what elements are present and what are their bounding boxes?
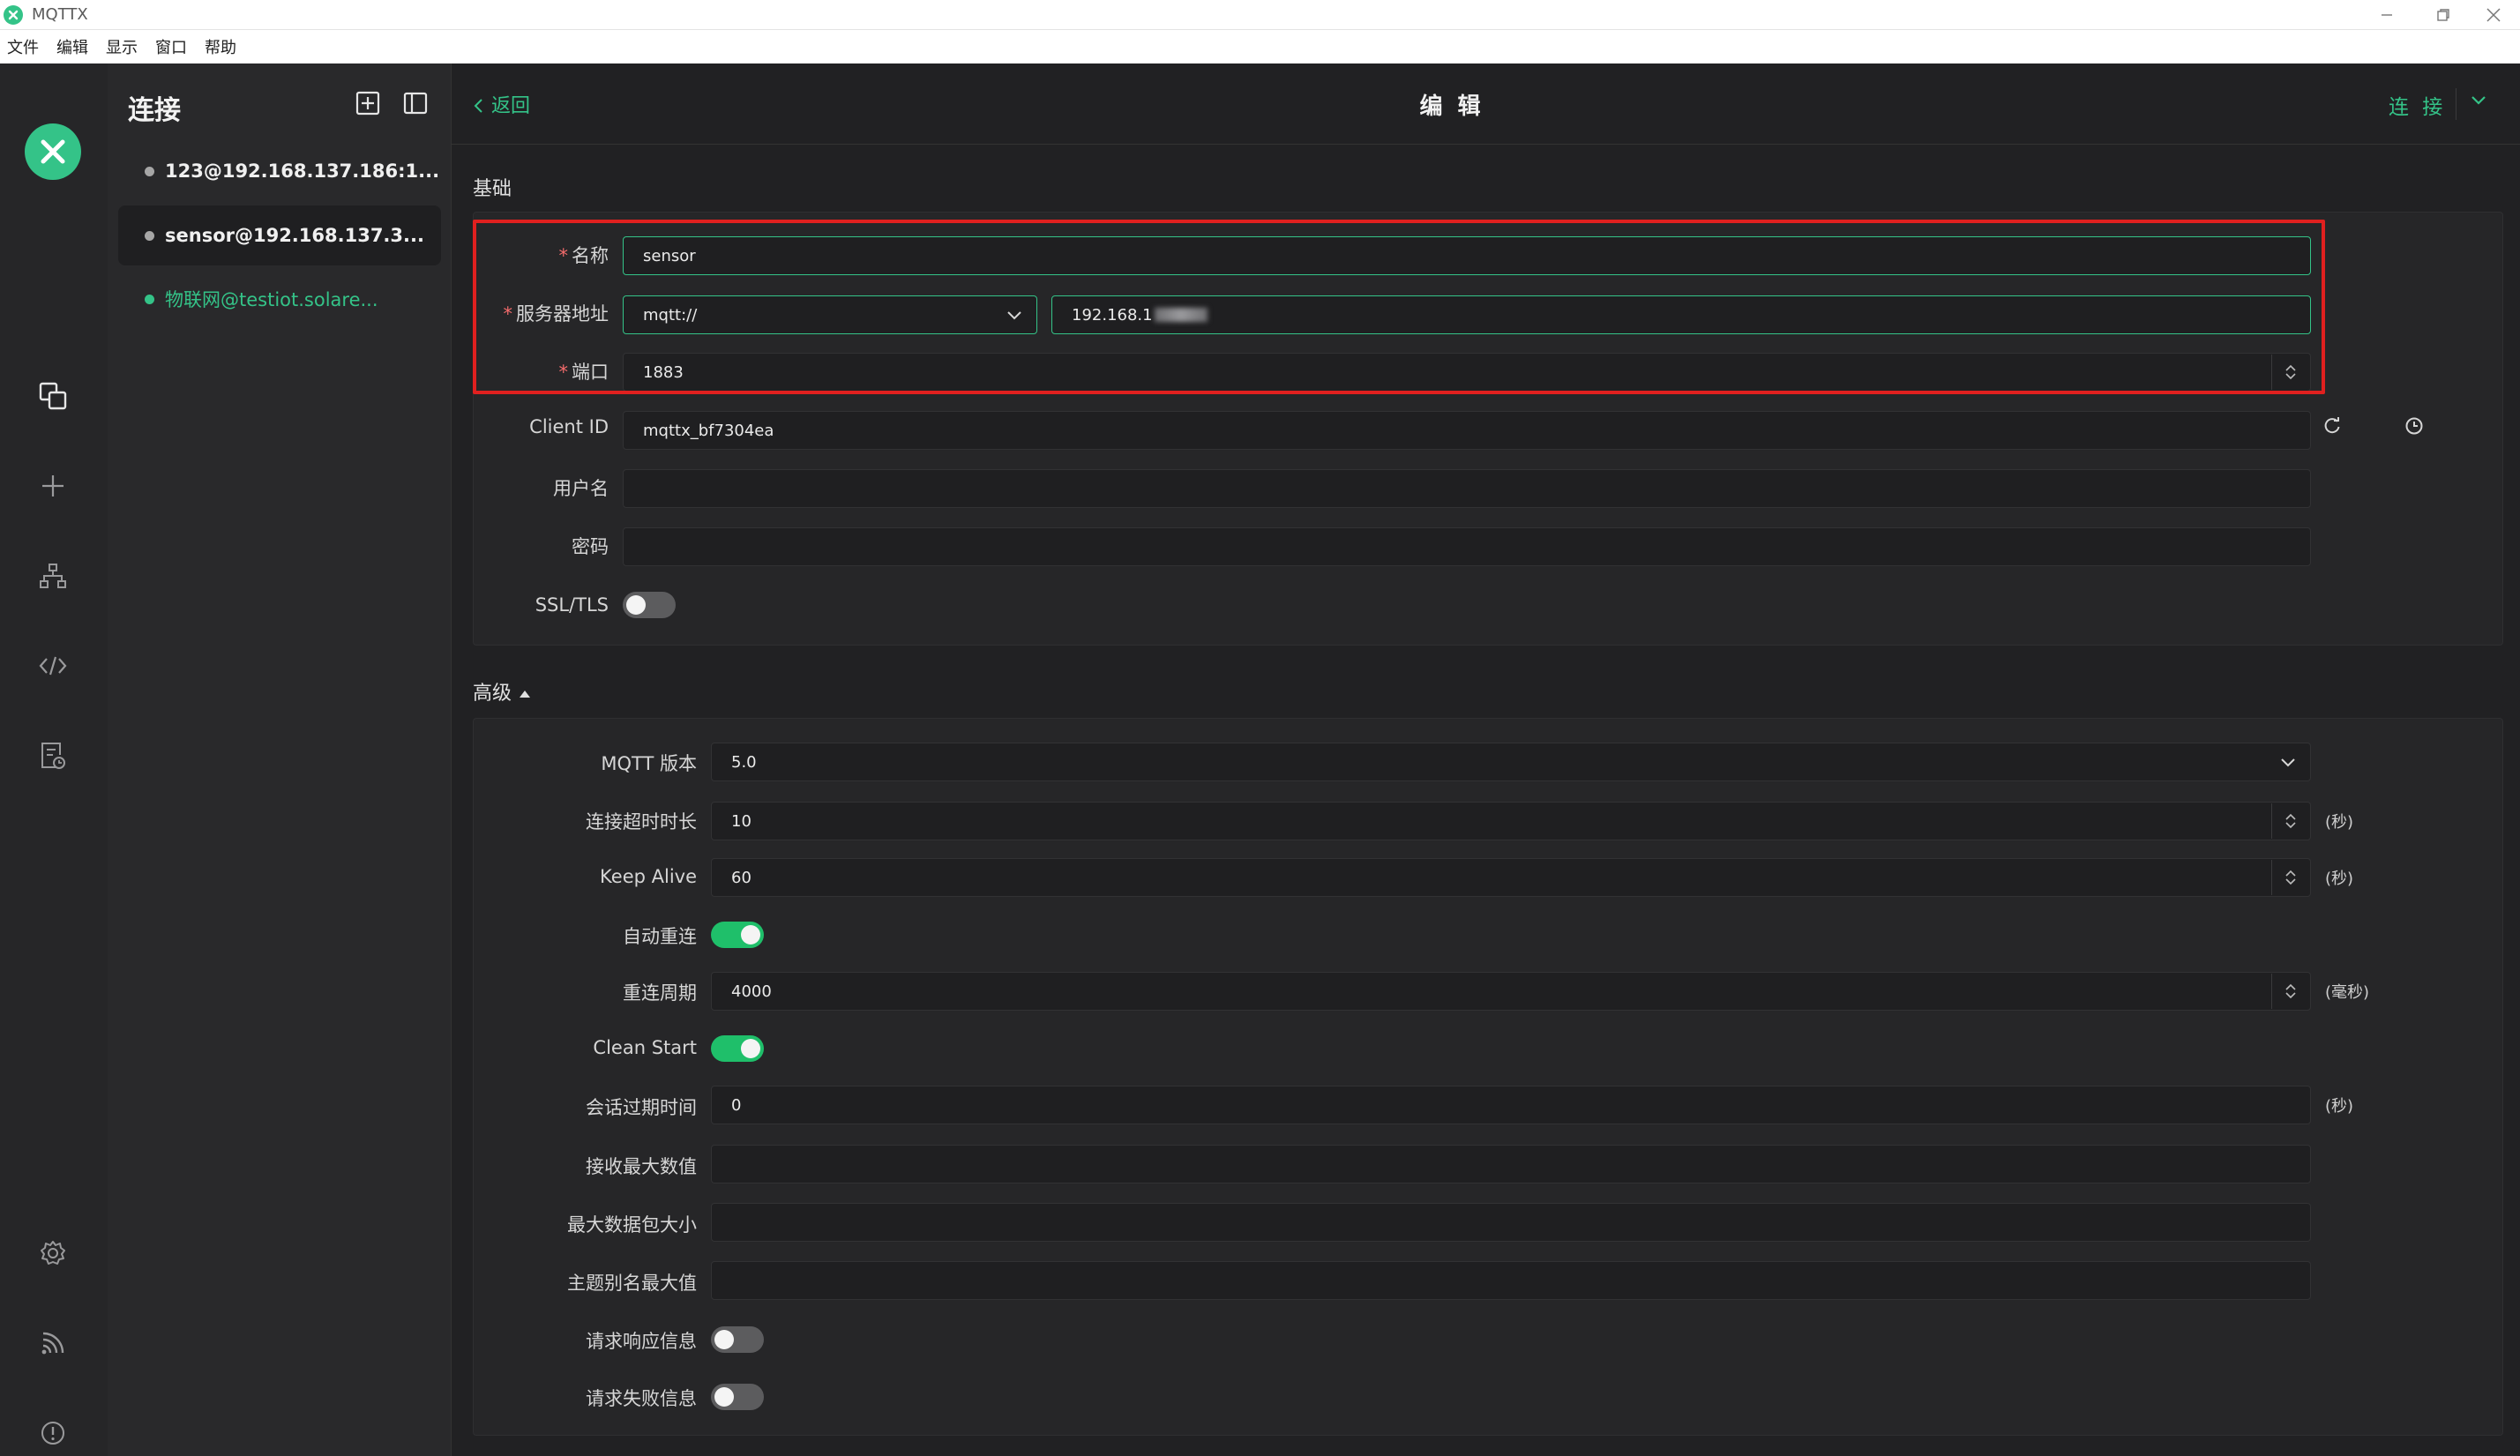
status-dot-online bbox=[145, 294, 154, 304]
connection-item[interactable]: 123@192.168.137.186:1... bbox=[118, 141, 441, 201]
connect-timeout-unit: (秒) bbox=[2325, 813, 2354, 832]
topology-nav-icon[interactable] bbox=[35, 558, 71, 594]
chevron-down-icon bbox=[2281, 758, 2295, 767]
page-title: 编 辑 bbox=[1419, 93, 1484, 120]
keep-alive-label: Keep Alive bbox=[600, 866, 697, 887]
reconnect-period-stepper[interactable] bbox=[2282, 974, 2299, 1009]
password-label: 密码 bbox=[572, 536, 609, 557]
session-expiry-unit: (秒) bbox=[2325, 1097, 2354, 1116]
session-expiry-label: 会话过期时间 bbox=[586, 1097, 697, 1118]
keep-alive-unit: (秒) bbox=[2325, 870, 2354, 888]
ssl-tls-label: SSL/TLS bbox=[535, 594, 609, 616]
max-packet-size-label: 最大数据包大小 bbox=[567, 1214, 697, 1236]
reconnect-period-label: 重连周期 bbox=[623, 982, 697, 1004]
menu-window[interactable]: 窗口 bbox=[155, 35, 187, 58]
chevron-up-icon bbox=[2285, 813, 2296, 820]
chevron-down-icon bbox=[2285, 822, 2296, 829]
stepper-divider bbox=[2271, 974, 2272, 1009]
chevron-up-icon bbox=[2285, 870, 2296, 877]
password-input[interactable] bbox=[623, 527, 2311, 566]
app-logo-icon bbox=[4, 4, 23, 25]
request-response-info-toggle[interactable] bbox=[711, 1326, 764, 1353]
menu-view[interactable]: 显示 bbox=[106, 35, 138, 58]
mqtt-version-select[interactable]: 5.0 bbox=[711, 743, 2311, 781]
status-dot bbox=[145, 230, 154, 241]
connect-timeout-stepper[interactable] bbox=[2282, 803, 2299, 839]
username-label: 用户名 bbox=[553, 478, 609, 499]
clean-start-toggle[interactable] bbox=[711, 1035, 764, 1062]
clean-start-label: Clean Start bbox=[593, 1037, 697, 1058]
window-title-bar: MQTTX bbox=[0, 0, 2520, 30]
client-id-input[interactable]: mqttx_bf7304ea bbox=[623, 411, 2311, 450]
window-title: MQTTX bbox=[32, 5, 88, 24]
script-nav-icon[interactable] bbox=[35, 648, 71, 683]
connection-label: 物联网@testiot.solare... bbox=[165, 289, 378, 310]
mqttx-logo-icon bbox=[25, 123, 81, 180]
log-nav-icon[interactable] bbox=[35, 738, 71, 773]
connection-item-selected[interactable]: sensor@192.168.137.3... bbox=[118, 205, 441, 265]
clock-time-icon[interactable] bbox=[2404, 416, 2424, 439]
keep-alive-stepper[interactable] bbox=[2282, 860, 2299, 895]
stepper-divider bbox=[2271, 803, 2272, 839]
subscribe-feed-nav-icon[interactable] bbox=[35, 1325, 71, 1361]
request-problem-info-label: 请求失败信息 bbox=[586, 1388, 697, 1409]
connections-nav-icon[interactable] bbox=[35, 378, 71, 414]
add-connection-icon[interactable] bbox=[353, 88, 383, 118]
stepper-divider bbox=[2271, 860, 2272, 895]
connections-title: 连接 bbox=[128, 95, 181, 126]
connect-options-chevron-down-icon[interactable] bbox=[2470, 93, 2487, 110]
refresh-client-id-icon[interactable] bbox=[2322, 416, 2342, 439]
auto-reconnect-label: 自动重连 bbox=[623, 926, 697, 947]
edit-topbar: 返回 编 辑 连 接 bbox=[452, 63, 2520, 145]
ssl-tls-toggle[interactable] bbox=[623, 592, 676, 618]
max-packet-size-input[interactable] bbox=[711, 1203, 2311, 1242]
highlight-box bbox=[473, 220, 2325, 394]
menu-file[interactable]: 文件 bbox=[7, 35, 39, 58]
client-id-label: Client ID bbox=[529, 416, 609, 437]
reconnect-period-input[interactable]: 4000 bbox=[711, 972, 2311, 1011]
connection-item[interactable]: 物联网@testiot.solare... bbox=[118, 269, 441, 329]
topic-alias-max-label: 主题别名最大值 bbox=[567, 1273, 697, 1294]
settings-nav-icon[interactable] bbox=[35, 1236, 71, 1271]
menu-bar: 文件 编辑 显示 窗口 帮助 bbox=[0, 30, 2520, 63]
mqtt-version-value: 5.0 bbox=[731, 752, 757, 772]
connections-panel: 连接 123@192.168.137.186:1... sensor@192.1… bbox=[108, 63, 452, 1456]
connect-timeout-label: 连接超时时长 bbox=[586, 811, 697, 833]
advanced-section-title[interactable]: 高级 bbox=[473, 677, 532, 706]
chevron-down-icon bbox=[2285, 992, 2296, 999]
basic-section-title: 基础 bbox=[473, 178, 512, 200]
minimize-button[interactable] bbox=[2360, 0, 2413, 30]
session-expiry-input[interactable]: 0 bbox=[711, 1086, 2311, 1124]
chevron-down-icon bbox=[2285, 878, 2296, 885]
restore-button[interactable] bbox=[2417, 0, 2470, 30]
menu-help[interactable]: 帮助 bbox=[205, 35, 236, 58]
connect-timeout-input[interactable]: 10 bbox=[711, 802, 2311, 840]
about-info-nav-icon[interactable] bbox=[35, 1415, 71, 1451]
close-window-button[interactable] bbox=[2467, 0, 2520, 30]
new-connection-nav-icon[interactable] bbox=[35, 468, 71, 504]
mqtt-version-label: MQTT 版本 bbox=[601, 753, 697, 774]
toggle-sidebar-icon[interactable] bbox=[400, 88, 430, 118]
connection-label: 123@192.168.137.186:1... bbox=[165, 161, 440, 182]
receive-maximum-label: 接收最大数值 bbox=[586, 1156, 697, 1177]
auto-reconnect-toggle[interactable] bbox=[711, 922, 764, 948]
status-dot bbox=[145, 166, 154, 176]
request-response-info-label: 请求响应信息 bbox=[586, 1331, 697, 1352]
username-input[interactable] bbox=[623, 469, 2311, 508]
connect-button[interactable]: 连 接 bbox=[2389, 90, 2446, 120]
request-problem-info-toggle[interactable] bbox=[711, 1384, 764, 1410]
left-nav-rail bbox=[0, 63, 108, 1456]
keep-alive-input[interactable]: 60 bbox=[711, 858, 2311, 897]
menu-edit[interactable]: 编辑 bbox=[56, 35, 88, 58]
chevron-up-icon bbox=[2285, 983, 2296, 990]
reconnect-period-unit: (毫秒) bbox=[2325, 983, 2370, 1002]
caret-up-icon bbox=[520, 691, 531, 698]
topic-alias-max-input[interactable] bbox=[711, 1261, 2311, 1300]
receive-maximum-input[interactable] bbox=[711, 1145, 2311, 1183]
connection-label: sensor@192.168.137.3... bbox=[165, 225, 424, 246]
